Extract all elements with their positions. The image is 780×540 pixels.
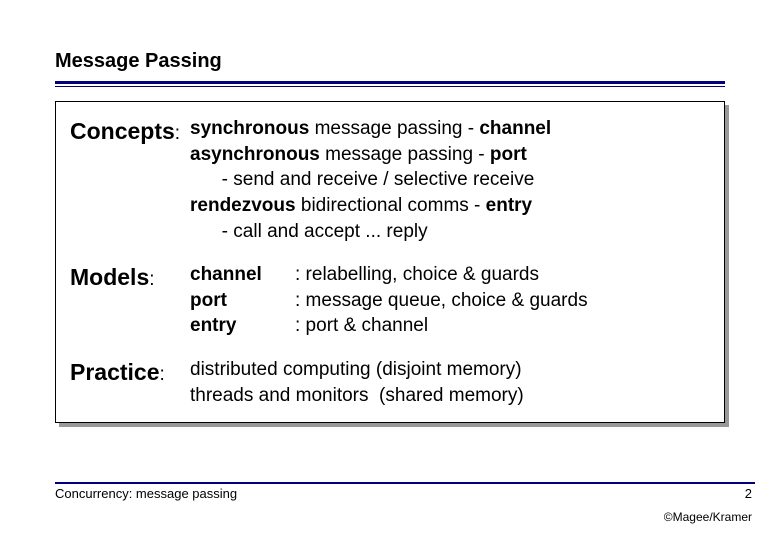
t: - call and accept ... reply xyxy=(190,221,428,242)
models-section: Models: channel port entry : relabelling… xyxy=(70,262,706,339)
concepts-body: synchronous message passing - channel as… xyxy=(190,116,706,244)
t: port xyxy=(190,288,295,314)
concepts-label: Concepts: xyxy=(70,116,190,244)
concepts-line-4: rendezvous bidirectional comms - entry xyxy=(190,193,706,219)
practice-label: Practice: xyxy=(70,357,190,408)
content-box: Concepts: synchronous message passing - … xyxy=(55,101,725,423)
t: : message queue, choice & guards xyxy=(295,288,706,314)
t: - send and receive / selective receive xyxy=(190,169,534,190)
concepts-label-text: Concepts xyxy=(70,118,175,144)
models-label: Models: xyxy=(70,262,190,339)
models-body: channel port entry : relabelling, choice… xyxy=(190,262,706,339)
page-number: 2 xyxy=(745,486,752,501)
t: : relabelling, choice & guards xyxy=(295,262,706,288)
practice-section: Practice: distributed computing (disjoin… xyxy=(70,357,706,408)
t: port xyxy=(490,144,527,165)
t: rendezvous xyxy=(190,195,296,216)
title-rule-thick xyxy=(55,81,725,84)
practice-line-1: distributed computing (disjoint memory) xyxy=(190,357,706,383)
concepts-line-5: - call and accept ... reply xyxy=(190,219,706,245)
t: channel xyxy=(190,262,295,288)
footer-text: Concurrency: message passing xyxy=(55,486,237,501)
concepts-line-3: - send and receive / selective receive xyxy=(190,167,706,193)
t: bidirectional comms - xyxy=(296,195,486,216)
t: entry xyxy=(486,195,532,216)
t: entry xyxy=(190,313,295,339)
slide: Message Passing Concepts: synchronous me… xyxy=(0,0,780,423)
models-col-keys: channel port entry xyxy=(190,262,295,339)
practice-body: distributed computing (disjoint memory) … xyxy=(190,357,706,408)
t: synchronous xyxy=(190,118,309,139)
practice-line-2: threads and monitors (shared memory) xyxy=(190,383,706,409)
t: message passing - xyxy=(320,144,490,165)
footer-rule xyxy=(55,482,755,484)
practice-label-text: Practice xyxy=(70,359,160,385)
copyright: ©Magee/Kramer xyxy=(664,510,752,524)
title-rule-thin xyxy=(55,86,725,87)
t: : port & channel xyxy=(295,313,706,339)
slide-title: Message Passing xyxy=(55,50,725,73)
concepts-line-1: synchronous message passing - channel xyxy=(190,116,706,142)
t: channel xyxy=(479,118,551,139)
models-label-text: Models xyxy=(70,264,149,290)
models-col-vals: : relabelling, choice & guards : message… xyxy=(295,262,706,339)
t: asynchronous xyxy=(190,144,320,165)
t: message passing - xyxy=(309,118,479,139)
concepts-section: Concepts: synchronous message passing - … xyxy=(70,116,706,244)
concepts-line-2: asynchronous message passing - port xyxy=(190,142,706,168)
